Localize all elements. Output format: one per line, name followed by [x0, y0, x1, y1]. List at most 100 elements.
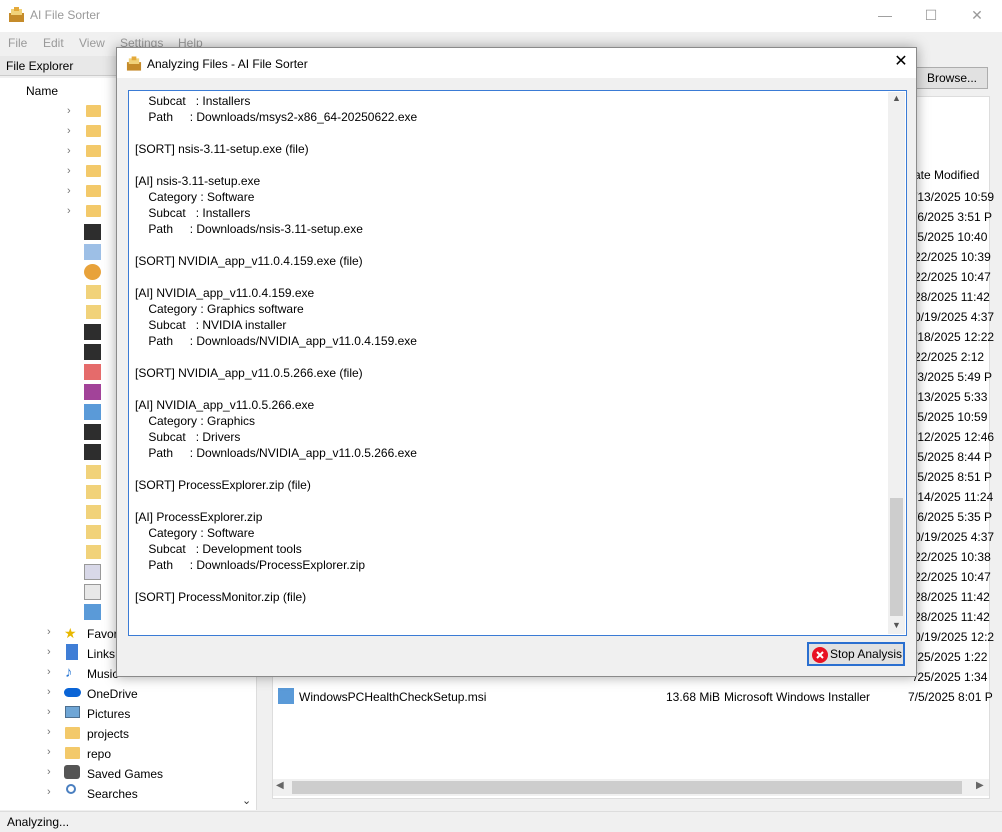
date-cell: 22/2025 2:12 [914, 350, 985, 364]
scroll-down-arrow-icon[interactable]: ⌄ [242, 794, 251, 807]
expand-chevron-icon[interactable]: › [67, 205, 71, 217]
app-icon [9, 7, 24, 22]
date-cell: /25/2025 1:34 [914, 670, 988, 684]
date-cell: 0/19/2025 4:37 [914, 310, 995, 324]
date-cell: /5/2025 10:59 [914, 410, 988, 424]
expand-chevron-icon[interactable]: › [47, 646, 51, 658]
nvidia-file-icon [84, 444, 101, 460]
menu-view[interactable]: View [79, 36, 105, 50]
file-date-cell: 7/5/2025 8:01 P [908, 690, 993, 704]
date-cell: /25/2025 1:22 [914, 650, 988, 664]
date-cell: 22/2025 10:38 [914, 550, 991, 564]
expand-chevron-icon[interactable]: › [47, 786, 51, 798]
music-icon: ♪ [65, 664, 73, 681]
date-cell: 0/19/2025 4:37 [914, 530, 995, 544]
expand-chevron-icon[interactable]: › [47, 686, 51, 698]
scroll-down-arrow-icon[interactable]: ▼ [892, 620, 901, 630]
horizontal-scroll-thumb[interactable] [292, 781, 962, 794]
tree-item-music[interactable]: Music [87, 667, 118, 681]
scroll-up-arrow-icon[interactable]: ▲ [892, 93, 901, 103]
analysis-log[interactable]: Subcat : Installers Path : Downloads/msy… [128, 90, 907, 636]
pictures-icon [65, 706, 80, 718]
nvidia-file-icon [84, 324, 101, 340]
expand-chevron-icon[interactable]: › [67, 125, 71, 137]
app-file-icon [84, 404, 101, 420]
menu-file[interactable]: File [8, 36, 27, 50]
tree-item-onedrive[interactable]: OneDrive [87, 687, 138, 701]
file-icon [84, 584, 101, 600]
scroll-left-arrow-icon[interactable]: ◀ [276, 780, 284, 791]
links-icon [66, 644, 78, 660]
expand-chevron-icon[interactable]: › [47, 746, 51, 758]
file-size-cell: 13.68 MiB [666, 690, 721, 704]
date-cell: /13/2025 5:33 [914, 390, 988, 404]
date-cell: 0/19/2025 12:2 [914, 630, 995, 644]
date-cell: 22/2025 10:47 [914, 570, 991, 584]
stop-analysis-button[interactable]: Stop Analysis [807, 642, 905, 666]
menu-edit[interactable]: Edit [43, 36, 64, 50]
tree-item-pictures[interactable]: Pictures [87, 707, 130, 721]
msi-file-icon [84, 604, 101, 620]
analyzing-dialog: Analyzing Files - AI File Sorter ✕ Subca… [116, 47, 917, 677]
zip-folder-icon [86, 305, 101, 319]
browse-button[interactable]: Browse... [916, 67, 988, 89]
status-text: Analyzing... [7, 815, 70, 829]
nvidia-file-icon [84, 424, 101, 440]
date-cell: 28/2025 11:42 [914, 290, 990, 304]
expand-chevron-icon[interactable]: › [67, 145, 71, 157]
expand-chevron-icon[interactable]: › [67, 165, 71, 177]
maximize-button[interactable]: ☐ [908, 0, 954, 32]
expand-chevron-icon[interactable]: › [47, 706, 51, 718]
expand-chevron-icon[interactable]: › [47, 726, 51, 738]
date-cell: 28/2025 11:42 [914, 610, 990, 624]
file-type-cell: Microsoft Windows Installer [724, 690, 871, 704]
expand-chevron-icon[interactable]: › [47, 666, 51, 678]
tree-item-saved-games[interactable]: Saved Games [87, 767, 163, 781]
app-file-icon [84, 364, 101, 380]
date-cell: /6/2025 3:51 P [914, 210, 993, 224]
stop-analysis-label: Stop Analysis [830, 647, 903, 661]
expand-chevron-icon[interactable]: › [67, 185, 71, 197]
date-cell: /14/2025 11:24 [914, 490, 994, 504]
minimize-button[interactable]: — [862, 0, 908, 32]
stop-icon [812, 647, 828, 663]
tree-item-repo[interactable]: repo [87, 747, 111, 761]
tree-item-searches[interactable]: Searches [87, 787, 138, 801]
zip-folder-icon [86, 465, 101, 479]
tree-item-projects[interactable]: projects [87, 727, 129, 741]
window-title: AI File Sorter [30, 8, 101, 22]
status-bar [0, 811, 1002, 832]
msi-file-icon [278, 688, 294, 704]
expand-chevron-icon[interactable]: › [47, 766, 51, 778]
file-icon [84, 244, 101, 260]
tree-item-links[interactable]: Links [87, 647, 115, 661]
date-modified-header[interactable]: ate Modified [914, 168, 979, 182]
log-scroll-thumb[interactable] [890, 498, 903, 616]
expand-chevron-icon[interactable]: › [67, 105, 71, 117]
zip-folder-icon [86, 285, 101, 299]
date-cell: 22/2025 10:47 [914, 270, 991, 284]
dialog-close-button[interactable]: ✕ [889, 52, 913, 74]
zip-folder-icon [86, 485, 101, 499]
disk-image-icon [84, 564, 101, 580]
expand-chevron-icon[interactable]: › [47, 626, 51, 638]
date-cell: /3/2025 5:49 P [914, 370, 993, 384]
nvidia-file-icon [84, 344, 101, 360]
tree-item-favorites[interactable]: Favor [87, 627, 118, 641]
date-cell: /5/2025 8:51 P [914, 470, 993, 484]
date-cell: /6/2025 5:35 P [914, 510, 993, 524]
log-vertical-scrollbar[interactable]: ▲ ▼ [888, 92, 905, 634]
date-cell: 28/2025 11:42 [914, 590, 990, 604]
date-cell: /18/2025 12:22 [914, 330, 995, 344]
saved-games-icon [64, 765, 80, 779]
name-column-header[interactable]: Name [26, 84, 58, 98]
file-name-cell[interactable]: WindowsPCHealthCheckSetup.msi [299, 690, 486, 704]
installer-icon [84, 264, 101, 280]
close-button[interactable]: ✕ [954, 0, 1000, 32]
date-cell: /5/2025 10:40 [914, 230, 988, 244]
log-text: Subcat : Installers Path : Downloads/msy… [135, 94, 418, 604]
app-icon [126, 56, 142, 71]
date-cell: 22/2025 10:39 [914, 250, 991, 264]
file-explorer-title: File Explorer [6, 59, 74, 73]
scroll-right-arrow-icon[interactable]: ▶ [976, 780, 984, 791]
